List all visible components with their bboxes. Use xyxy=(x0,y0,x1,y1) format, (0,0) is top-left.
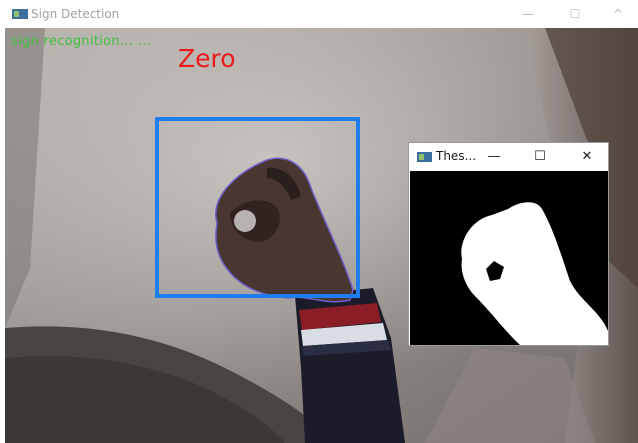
minimize-button[interactable]: — xyxy=(508,0,548,28)
minimize-icon: — xyxy=(487,149,501,164)
close-icon: ✕ xyxy=(581,149,593,164)
close-button[interactable]: ^ xyxy=(598,0,638,28)
status-text: sign recognition... ... xyxy=(11,34,151,49)
threshold-window-title: Thes... xyxy=(436,149,477,163)
app-icon xyxy=(417,152,432,162)
binary-hand-mask xyxy=(410,171,608,345)
main-window-titlebar[interactable]: Sign Detection — ☐ ^ xyxy=(0,0,638,28)
threshold-window[interactable]: Thes... — ☐ ✕ xyxy=(408,142,609,346)
close-icon: ^ xyxy=(612,7,624,21)
roi-box xyxy=(155,117,360,298)
threshold-image xyxy=(410,171,608,345)
app-icon xyxy=(12,9,28,19)
window-title: Sign Detection xyxy=(31,7,120,21)
maximize-button[interactable]: ☐ xyxy=(555,0,595,28)
threshold-window-titlebar[interactable]: Thes... — ☐ ✕ xyxy=(409,143,608,170)
threshold-minimize-button[interactable]: — xyxy=(479,143,509,170)
threshold-maximize-button[interactable]: ☐ xyxy=(525,143,555,170)
maximize-icon: ☐ xyxy=(534,149,546,164)
prediction-label: Zero xyxy=(178,44,236,73)
minimize-icon: — xyxy=(522,7,534,21)
threshold-close-button[interactable]: ✕ xyxy=(572,143,602,170)
maximize-icon: ☐ xyxy=(569,7,581,21)
